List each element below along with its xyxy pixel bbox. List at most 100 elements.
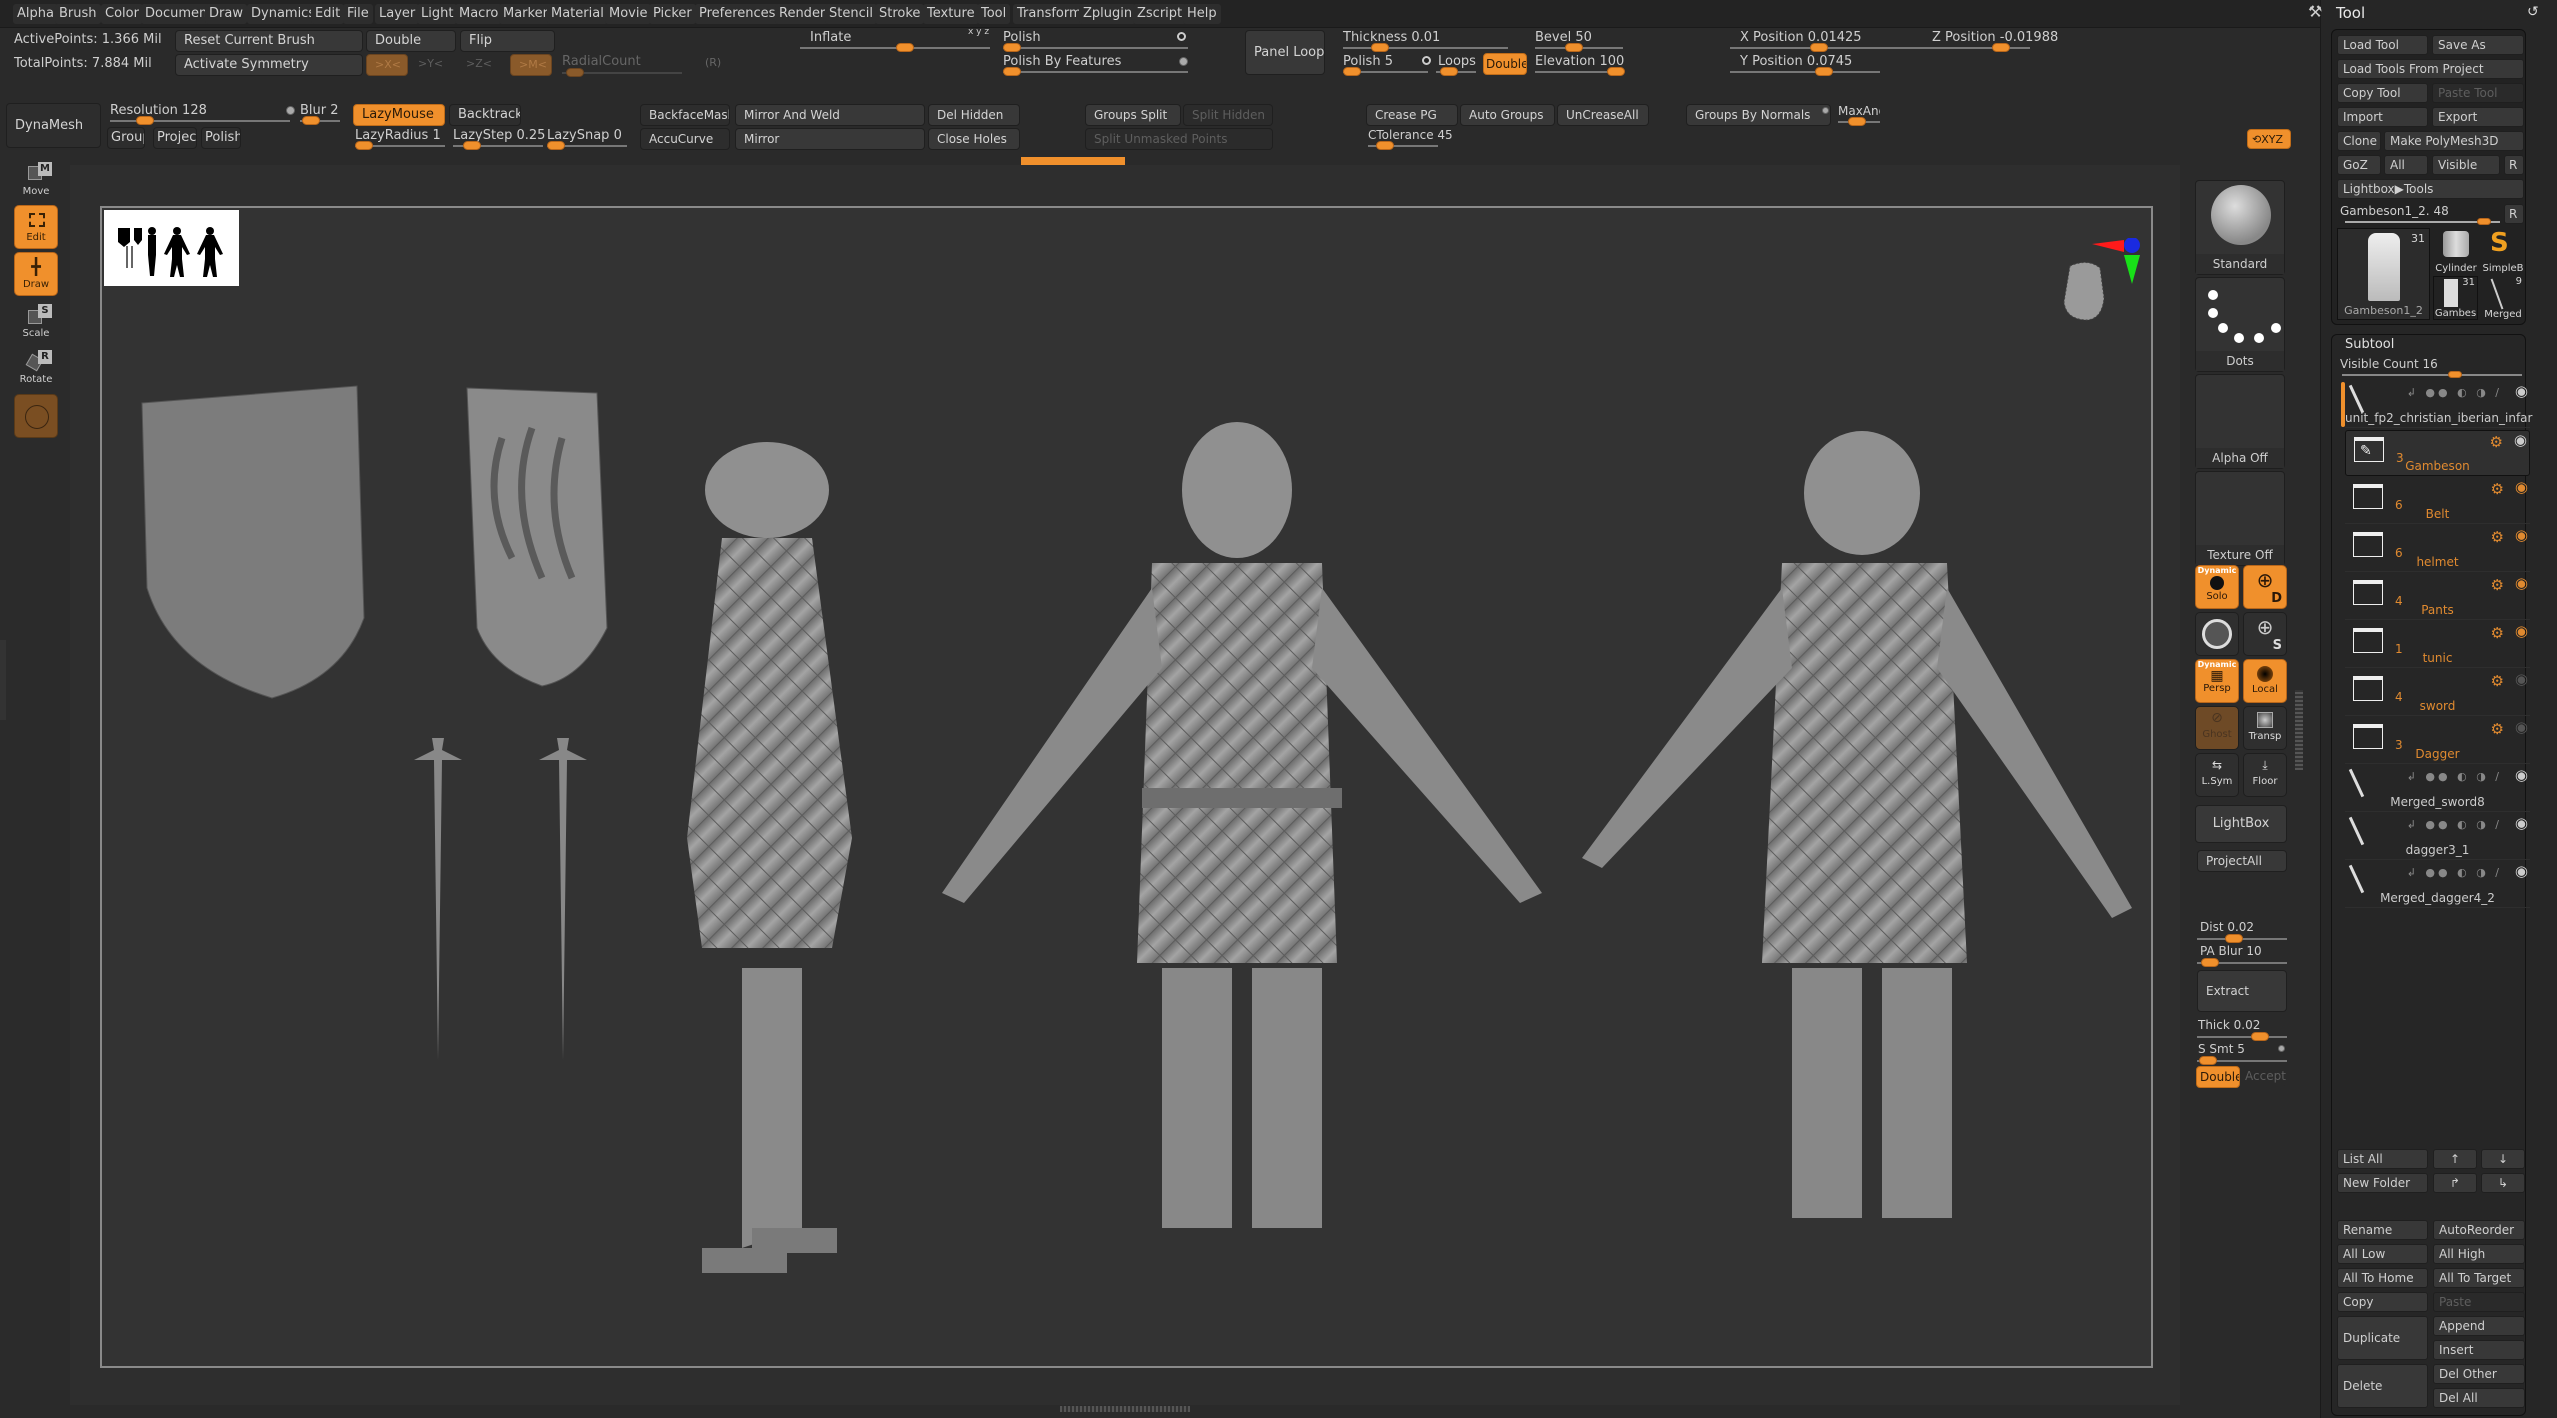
menu-zscript[interactable]: Zscript	[1133, 4, 1187, 24]
menu-help[interactable]: Help	[1183, 4, 1221, 24]
double-extract-button[interactable]: Double	[2196, 1066, 2240, 1088]
polish-dynamesh-button[interactable]: Polish	[201, 127, 241, 149]
goz-button[interactable]: GoZ	[2337, 155, 2381, 175]
del-other-button[interactable]: Del Other	[2433, 1364, 2525, 1384]
subtool-folder[interactable]: 3 ⚙ ◉ Dagger	[2345, 718, 2530, 764]
all-high-button[interactable]: All High	[2433, 1244, 2525, 1264]
mirror-and-weld-button[interactable]: Mirror And Weld	[735, 104, 925, 126]
sym-z-toggle[interactable]: >Z<	[458, 54, 500, 74]
tool-thumb-simpleb[interactable]: S SimpleB	[2480, 228, 2526, 274]
groups-by-normals-dot[interactable]	[1822, 107, 1829, 114]
menu-color[interactable]: Color	[101, 4, 143, 24]
viewport-canvas[interactable]	[100, 206, 2153, 1368]
menu-tool[interactable]: Tool	[977, 4, 1011, 24]
tool-thumb-cylinder[interactable]: Cylinder	[2433, 228, 2479, 274]
ctolerance-slider[interactable]	[1368, 141, 1438, 150]
menu-texture[interactable]: Texture	[923, 4, 979, 24]
draw-tool[interactable]: ╋ Draw	[14, 252, 58, 296]
subtool-item[interactable]: ↲ ●● ◐ ◑ ∕ ◉ Merged_sword8	[2345, 766, 2530, 812]
blur-slider[interactable]	[300, 116, 340, 125]
polish-features-slider[interactable]	[1003, 67, 1188, 76]
eye-icon[interactable]: ◉	[2515, 718, 2528, 736]
subtool-item[interactable]: ↲ ●● ◐ ◑ ∕ ◉ unit_fp2_christian_iberian_in…	[2345, 382, 2532, 428]
subtool-folder[interactable]: 4 ⚙ ◉ sword	[2345, 670, 2530, 716]
navigation-gizmo[interactable]	[2052, 237, 2142, 328]
scale-tool[interactable]: S Scale	[14, 302, 58, 346]
subtool-folder[interactable]: 6 ⚙ ◉ helmet	[2345, 526, 2530, 572]
z-position-slider[interactable]	[1880, 43, 2030, 52]
menu-stroke[interactable]: Stroke	[875, 4, 925, 24]
eye-icon[interactable]: ◉	[2515, 382, 2528, 400]
menu-transform[interactable]: Transform	[1013, 4, 1086, 24]
append-button[interactable]: Append	[2433, 1316, 2525, 1336]
copy-tool-button[interactable]: Copy Tool	[2337, 83, 2428, 103]
del-hidden-button[interactable]: Del Hidden	[928, 104, 1020, 126]
gear-icon[interactable]: ⚙	[2491, 720, 2504, 738]
delete-button[interactable]: Delete	[2337, 1364, 2428, 1408]
subtool-item[interactable]: ↲ ●● ◐ ◑ ∕ ◉ Merged_dagger4_2	[2345, 862, 2530, 908]
s-smt-dot[interactable]	[2278, 1045, 2285, 1052]
split-unmasked-button[interactable]: Split Unmasked Points	[1085, 128, 1273, 150]
texture-selector[interactable]: Texture Off	[2195, 471, 2285, 566]
eye-icon[interactable]: ◉	[2515, 766, 2528, 784]
import-button[interactable]: Import	[2337, 107, 2428, 127]
project-button[interactable]: Project	[153, 127, 197, 149]
maxangle-slider[interactable]	[1838, 117, 1880, 126]
polish5-slider[interactable]	[1343, 67, 1428, 76]
move-down-button[interactable]: ↓	[2481, 1149, 2525, 1169]
gear-icon[interactable]: ⚙	[2491, 672, 2504, 690]
left-tray-handle[interactable]	[0, 640, 6, 720]
double-loops-button[interactable]: Double	[1483, 53, 1527, 75]
inflate-slider[interactable]	[800, 43, 990, 52]
del-all-button[interactable]: Del All	[2433, 1388, 2525, 1408]
radial-count-slider[interactable]	[562, 68, 682, 77]
goz-visible-button[interactable]: Visible	[2432, 155, 2500, 175]
resolution-dot[interactable]	[286, 106, 295, 115]
activate-symmetry-button[interactable]: Activate Symmetry	[175, 54, 363, 76]
x-position-slider[interactable]	[1730, 43, 1880, 52]
eye-icon[interactable]: ◉	[2514, 431, 2527, 449]
dynamesh-button[interactable]: DynaMesh	[6, 103, 101, 148]
palette-scroll-indicator[interactable]	[1021, 157, 1125, 165]
groups-split-button[interactable]: Groups Split	[1085, 104, 1181, 126]
menu-layer[interactable]: Layer	[375, 4, 420, 24]
all-to-target-button[interactable]: All To Target	[2433, 1268, 2525, 1288]
menu-material[interactable]: Material	[547, 4, 608, 24]
gear-icon[interactable]: ⚙	[2491, 576, 2504, 594]
solo-button[interactable]: Dynamic Solo	[2195, 565, 2239, 609]
draw-s-button[interactable]: ⊕ S	[2243, 612, 2287, 656]
right-tray-handle[interactable]	[2295, 690, 2303, 770]
menu-preferences[interactable]: Preferences	[695, 4, 780, 24]
gear-icon[interactable]: ⚙	[2490, 433, 2503, 451]
all-to-home-button[interactable]: All To Home	[2337, 1268, 2428, 1288]
bottom-tray-handle[interactable]	[1060, 1406, 1190, 1412]
menu-macro[interactable]: Macro	[455, 4, 503, 24]
eye-icon[interactable]: ◉	[2515, 574, 2528, 592]
tool-thumb-gambes[interactable]: 31 Gambes	[2433, 276, 2478, 320]
pa-blur-slider[interactable]	[2197, 958, 2287, 967]
lazyradius-slider[interactable]	[355, 141, 445, 150]
uncrease-all-button[interactable]: UnCreaseAll	[1557, 104, 1649, 126]
elevation-slider[interactable]	[1535, 67, 1625, 76]
new-folder-button[interactable]: New Folder	[2337, 1173, 2428, 1193]
menu-render[interactable]: Render	[775, 4, 830, 24]
accept-button[interactable]: Accept	[2242, 1066, 2287, 1086]
lightbox-tools-button[interactable]: Lightbox▶Tools	[2337, 179, 2524, 199]
visible-count-slider[interactable]	[2342, 371, 2522, 378]
crease-pg-button[interactable]: Crease PG	[1366, 104, 1458, 126]
edit-tool[interactable]: Edit	[14, 205, 58, 249]
gear-icon[interactable]: ⚙	[2491, 480, 2504, 498]
menu-file[interactable]: File	[343, 4, 373, 24]
dist-slider[interactable]	[2197, 934, 2287, 943]
sym-y-toggle[interactable]: >Y<	[410, 54, 452, 74]
lazystep-slider[interactable]	[453, 141, 543, 150]
bevel-slider[interactable]	[1535, 43, 1623, 52]
reset-panel-icon[interactable]: ↺	[2527, 4, 2539, 20]
subtool-toggles-icon[interactable]: ↲ ●● ◐ ◑ ∕	[2407, 866, 2502, 879]
accucurve-button[interactable]: AccuCurve	[640, 128, 730, 150]
lsym-button[interactable]: ⇆ L.Sym	[2195, 753, 2239, 797]
lightbox-button[interactable]: LightBox	[2195, 805, 2287, 843]
rename-button[interactable]: Rename	[2337, 1220, 2428, 1240]
gizmo-tool[interactable]	[14, 394, 58, 438]
rotate-tool[interactable]: R Rotate	[14, 348, 58, 392]
